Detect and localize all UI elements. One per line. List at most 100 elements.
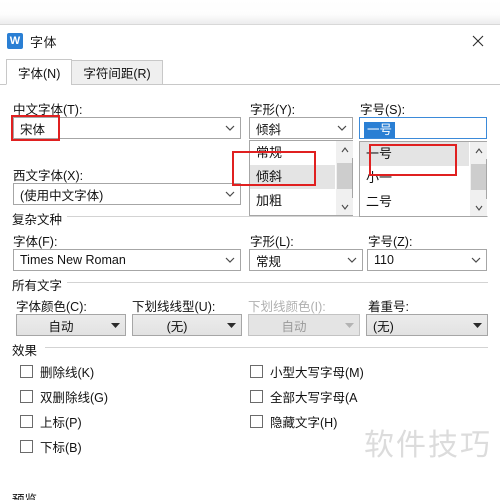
font-style-dropdown-list[interactable]: 常规 倾斜 加粗 [249,140,353,216]
preview-group-label: 预览 [12,493,38,500]
checkbox-double-strikethrough-label: 双删除线(G) [40,391,109,405]
chevron-down-icon [342,250,362,270]
underline-style-value: (无) [166,319,188,334]
tab-font-label: 字体(N) [18,66,61,81]
underline-style-button[interactable]: (无) [132,314,242,336]
font-size-option-yihao[interactable]: 一号 [360,142,469,166]
screenshot-root: W 字体 字体(N) 字符间距(R) 中文字体(T): 字形(Y): 字号(S)… [0,0,500,500]
font-style-option-italic[interactable]: 倾斜 [250,165,335,189]
chevron-down-icon [466,250,486,270]
tab-font[interactable]: 字体(N) [6,59,73,85]
cs-style-value: 常规 [256,254,282,269]
cs-style-combo[interactable]: 常规 [249,249,363,271]
font-size-label: 字号(S): [360,103,406,117]
cs-size-label: 字号(Z): [368,235,413,249]
chevron-down-icon [220,250,240,270]
checkbox-small-caps[interactable]: 小型大写字母(M) [250,362,425,381]
wps-writer-icon: W [7,33,23,49]
checkbox-box [250,390,263,403]
dialog-content: 中文字体(T): 字形(Y): 字号(S): 宋体 倾斜 一号 常规 倾斜 加粗… [0,85,500,500]
checkbox-box [250,415,263,428]
checkbox-small-caps-label: 小型大写字母(M) [270,366,364,380]
western-font-label: 西文字体(X): [13,169,84,183]
cs-font-combo[interactable]: Times New Roman [13,249,241,271]
complex-script-group-label: 复杂文种 [12,209,68,228]
font-size-combo[interactable]: 一号 [359,117,487,139]
tab-character-spacing[interactable]: 字符间距(R) [71,60,163,85]
font-dialog: W 字体 字体(N) 字符间距(R) 中文字体(T): 字形(Y): 字号(S)… [0,24,500,500]
underline-color-button: 自动 [248,314,360,336]
checkbox-box [20,440,33,453]
font-style-value: 倾斜 [256,122,282,137]
scroll-up-icon[interactable] [336,141,353,158]
font-size-option-xiaoyi[interactable]: 小一 [360,166,469,190]
cs-font-label: 字体(F): [13,235,58,249]
checkbox-box [20,365,33,378]
font-size-dropdown-list[interactable]: 一号 小一 二号 [359,141,487,217]
dialog-title: 字体 [30,34,58,50]
font-size-option-erhao[interactable]: 二号 [360,190,469,214]
emphasis-mark-label: 着重号: [368,300,409,314]
all-text-group-label: 所有文字 [12,275,68,294]
underline-color-value: 自动 [281,319,307,334]
dialog-tabs: 字体(N) 字符间距(R) [0,59,500,85]
scroll-down-icon[interactable] [336,198,353,215]
checkbox-subscript-label: 下标(B) [40,441,82,455]
page-background-strip [0,0,500,24]
chevron-down-icon [220,184,240,204]
checkbox-superscript-label: 上标(P) [40,416,82,430]
scroll-down-icon[interactable] [470,199,487,216]
font-size-scroll-thumb[interactable] [471,164,486,190]
checkbox-all-caps-label: 全部大写字母(A [270,391,358,405]
chinese-font-combo[interactable]: 宋体 [13,117,241,139]
emphasis-mark-value: (无) [373,319,394,334]
checkbox-all-caps[interactable]: 全部大写字母(A [250,387,360,406]
triangle-down-icon [467,322,487,328]
font-style-option-bold[interactable]: 加粗 [250,189,335,213]
underline-style-label: 下划线线型(U): [132,300,216,314]
chevron-down-icon [332,118,352,138]
checkbox-double-strikethrough[interactable]: 双删除线(G) [20,387,108,406]
effects-group-label: 效果 [12,340,43,359]
effects-group-divider [45,347,488,348]
font-style-combo[interactable]: 倾斜 [249,117,353,139]
checkbox-box [250,365,263,378]
cs-font-value: Times New Roman [20,253,126,267]
font-style-scroll-thumb[interactable] [337,163,352,189]
checkbox-hidden-text-label: 隐藏文字(H) [270,416,338,430]
cs-size-value: 110 [374,253,394,267]
font-style-label: 字形(Y): [250,103,296,117]
chinese-font-label: 中文字体(T): [13,103,83,117]
triangle-down-icon [105,322,125,328]
triangle-down-icon [221,322,241,328]
emphasis-mark-button[interactable]: (无) [366,314,488,336]
font-style-options: 常规 倾斜 加粗 [250,141,335,215]
font-size-options: 一号 小一 二号 [360,142,469,216]
western-font-value: (使用中文字体) [20,188,104,203]
close-icon[interactable] [456,25,500,56]
checkbox-superscript[interactable]: 上标(P) [20,412,82,431]
chinese-font-value: 宋体 [20,122,46,137]
triangle-down-icon [339,322,359,328]
font-size-value: 一号 [364,121,396,138]
underline-color-label: 下划线颜色(I): [248,300,326,314]
all-text-group-divider [62,282,488,283]
font-style-option-regular[interactable]: 常规 [250,141,335,165]
checkbox-strikethrough-label: 删除线(K) [40,366,95,380]
dialog-titlebar: W 字体 [0,25,500,57]
font-color-label: 字体颜色(C): [16,300,87,314]
cs-size-combo[interactable]: 110 [367,249,487,271]
cs-style-label: 字形(L): [250,235,294,249]
checkbox-strikethrough[interactable]: 删除线(K) [20,362,94,381]
font-style-scrollbar[interactable] [335,141,353,215]
scroll-up-icon[interactable] [470,142,487,159]
checkbox-subscript[interactable]: 下标(B) [20,437,82,456]
preview-group-clipped: 预览 [0,486,500,500]
watermark-text: 软件技巧 [364,428,492,463]
font-size-scrollbar[interactable] [469,142,487,216]
western-font-combo[interactable]: (使用中文字体) [13,183,241,205]
checkbox-box [20,390,33,403]
checkbox-box [20,415,33,428]
font-color-button[interactable]: 自动 [16,314,126,336]
font-color-value: 自动 [48,319,74,334]
